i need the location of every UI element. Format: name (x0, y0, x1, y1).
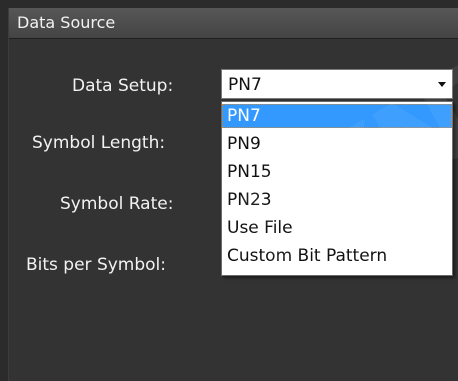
option-custom-bit-pattern[interactable]: Custom Bit Pattern (222, 244, 452, 268)
data-setup-combobox[interactable]: PN7 (221, 69, 453, 99)
symbol-rate-label: Symbol Rate: (60, 194, 174, 214)
option-pn15[interactable]: PN15 (222, 160, 452, 184)
data-setup-dropdown-list: PN7 PN9 PN15 PN23 Use File Custom Bit Pa… (221, 101, 453, 276)
panel-header: Data Source (9, 8, 458, 39)
bits-per-symbol-label: Bits per Symbol: (26, 255, 167, 275)
panel-title: Data Source (17, 13, 116, 32)
symbol-length-label: Symbol Length: (32, 133, 166, 153)
data-setup-value: PN7 (228, 75, 262, 95)
option-use-file[interactable]: Use File (222, 216, 452, 240)
option-pn23[interactable]: PN23 (222, 188, 452, 212)
chevron-down-icon[interactable] (438, 82, 446, 87)
option-pn9[interactable]: PN9 (222, 132, 452, 156)
data-setup-label: Data Setup: (72, 76, 174, 96)
option-pn7[interactable]: PN7 (222, 104, 452, 128)
